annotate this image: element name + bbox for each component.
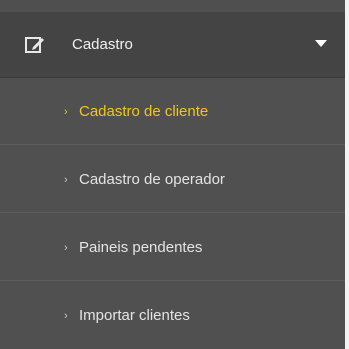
submenu-item-cadastro-de-cliente[interactable]: › Cadastro de cliente [0,79,345,145]
chevron-right-icon: › [64,106,68,118]
menu-group-cadastro[interactable]: Cadastro [0,12,345,77]
submenu: › Cadastro de cliente › Cadastro de oper… [0,79,345,349]
submenu-item-paineis-pendentes[interactable]: › Paineis pendentes [0,215,345,281]
chevron-right-icon: › [64,242,68,254]
chevron-right-icon: › [64,174,68,186]
menu-group-label: Cadastro [72,36,133,53]
submenu-item-cadastro-de-operador[interactable]: › Cadastro de operador [0,147,345,213]
submenu-item-label: Cadastro de cliente [79,103,209,120]
submenu-item-importar-clientes[interactable]: › Importar clientes [0,283,345,349]
sidebar-menu: Cadastro › Cadastro de cliente › Cadastr… [0,0,345,349]
edit-icon [25,37,44,53]
chevron-right-icon: › [64,310,68,322]
submenu-item-label: Cadastro de operador [79,171,225,188]
submenu-item-label: Paineis pendentes [79,239,203,256]
caret-down-icon[interactable] [314,38,328,48]
submenu-item-label: Importar clientes [79,307,190,324]
